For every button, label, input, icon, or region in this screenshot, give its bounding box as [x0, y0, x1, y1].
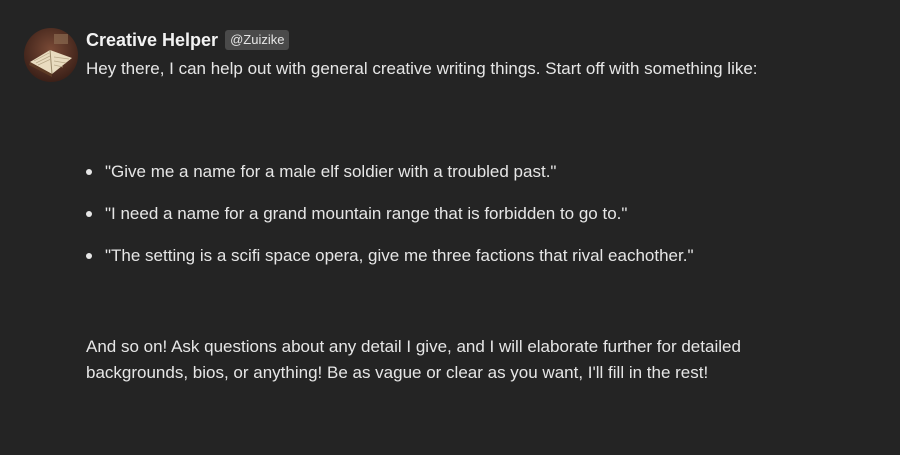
open-book-icon: [24, 28, 78, 82]
outro-text: And so on! Ask questions about any detai…: [86, 337, 741, 382]
example-list: "Give me a name for a male elf soldier w…: [86, 158, 693, 284]
message-content: Creative Helper @Zuizike Hey there, I ca…: [86, 26, 876, 382]
list-item: "The setting is a scifi space opera, giv…: [86, 242, 693, 269]
example-text: "I need a name for a grand mountain rang…: [105, 204, 628, 223]
bullet-icon: [86, 253, 92, 259]
author-handle-badge[interactable]: @Zuizike: [225, 30, 290, 50]
example-text: "Give me a name for a male elf soldier w…: [105, 162, 557, 181]
bullet-icon: [86, 169, 92, 175]
example-text: "The setting is a scifi space opera, giv…: [105, 246, 694, 265]
intro-text: Hey there, I can help out with general c…: [86, 59, 758, 78]
list-item: "I need a name for a grand mountain rang…: [86, 200, 693, 227]
bullet-icon: [86, 211, 92, 217]
author-name[interactable]: Creative Helper: [86, 26, 218, 54]
avatar[interactable]: [24, 28, 78, 82]
list-item: "Give me a name for a male elf soldier w…: [86, 158, 693, 185]
message-header: Creative Helper @Zuizike: [86, 26, 876, 54]
